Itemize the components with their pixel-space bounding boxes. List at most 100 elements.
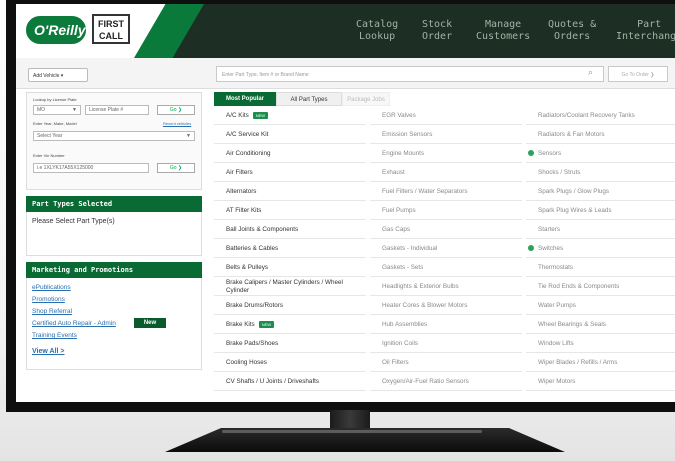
part-type-label: Brake Pads/Shoes xyxy=(226,340,279,347)
part-type-item[interactable]: Oxygen/Air-Fuel Ratio Sensors xyxy=(370,372,522,391)
tab-most-popular[interactable]: Most Popular xyxy=(214,92,276,106)
part-type-item[interactable]: Ignition Coils xyxy=(370,334,522,353)
nav-stock-order[interactable]: Stock Order xyxy=(422,4,452,58)
part-type-item[interactable]: Tie Rod Ends & Components xyxy=(526,277,675,296)
monitor-base-highlight xyxy=(222,430,482,433)
part-type-label: Alternators xyxy=(226,188,257,195)
vehicle-lookup-panel: Lookup by License Plate MO ▼ License Pla… xyxy=(26,92,202,190)
part-type-item[interactable]: Cooling Hoses xyxy=(214,353,366,372)
part-type-item[interactable]: Gaskets - Sets xyxy=(370,258,522,277)
recent-vehicles-link[interactable]: Recent vehicles xyxy=(163,121,191,126)
part-type-item[interactable]: Fuel Pumps xyxy=(370,201,522,220)
part-type-item[interactable]: A/C Kits NEW xyxy=(214,106,366,125)
part-type-item[interactable]: Fuel Filters / Water Separators xyxy=(370,182,522,201)
part-type-item[interactable]: Emission Sensors xyxy=(370,125,522,144)
part-type-item[interactable]: EGR Valves xyxy=(370,106,522,125)
tab-all-part-types[interactable]: All Part Types xyxy=(276,92,342,106)
part-type-label: Belts & Pulleys xyxy=(226,264,268,271)
part-type-item[interactable]: Heater Cores & Blower Motors xyxy=(370,296,522,315)
part-type-item[interactable]: Hub Assemblies xyxy=(370,315,522,334)
nav-part-interchange[interactable]: Part Interchange xyxy=(616,4,675,58)
part-type-label: Headlights & Exterior Bulbs xyxy=(382,283,459,290)
part-type-item[interactable]: Radiators & Fan Motors xyxy=(526,125,675,144)
part-type-item[interactable]: Air Conditioning xyxy=(214,144,366,163)
part-type-item[interactable]: Air Filters xyxy=(214,163,366,182)
add-vehicle-button[interactable]: Add Vehicle ▾ xyxy=(28,68,88,82)
part-type-label: Batteries & Cables xyxy=(226,245,279,252)
part-type-item[interactable]: Gas Caps xyxy=(370,220,522,239)
part-type-item[interactable]: Oil Filters xyxy=(370,353,522,372)
part-type-item[interactable]: Spark Plug Wires & Leads xyxy=(526,201,675,220)
part-type-item[interactable]: Brake Calipers / Master Cylinders / Whee… xyxy=(214,277,366,296)
part-type-item[interactable]: Thermostats xyxy=(526,258,675,277)
part-type-label: Gaskets - Sets xyxy=(382,264,424,271)
year-make-model-label: Enter Year, Make, Model xyxy=(33,121,77,126)
license-plate-input[interactable]: License Plate # xyxy=(85,105,149,115)
view-all-link[interactable]: View All > xyxy=(32,348,65,355)
part-type-item[interactable]: Water Pumps xyxy=(526,296,675,315)
certified-auto-repair-link[interactable]: Certified Auto Repair - Admin xyxy=(32,320,116,327)
part-type-item[interactable]: Radiators/Coolant Recovery Tanks xyxy=(526,106,675,125)
nav-label: Quotes & Orders xyxy=(548,19,597,42)
part-type-label: Spark Plug Wires & Leads xyxy=(538,207,612,214)
vin-go-button[interactable]: Go ❯ xyxy=(157,163,195,173)
part-type-item[interactable]: Batteries & Cables xyxy=(214,239,366,258)
part-type-item[interactable]: Spark Plugs / Glow Plugs xyxy=(526,182,675,201)
part-type-label: Spark Plugs / Glow Plugs xyxy=(538,188,610,195)
part-type-item[interactable]: Starters xyxy=(526,220,675,239)
promotions-link[interactable]: Promotions xyxy=(32,296,65,303)
go-to-order-button[interactable]: Go To Order ❯ xyxy=(608,66,668,82)
firstcall-logo: FIRST CALL xyxy=(92,14,130,44)
part-type-label: Fuel Pumps xyxy=(382,207,416,214)
part-type-item[interactable]: Window Lifts xyxy=(526,334,675,353)
part-type-item[interactable]: Engine Mounts xyxy=(370,144,522,163)
plate-go-button[interactable]: Go ❯ xyxy=(157,105,195,115)
year-select[interactable]: Select Year ▼ xyxy=(33,131,195,141)
new-kit-badge: NEW xyxy=(258,320,275,328)
oreilly-logo[interactable]: O'Reilly xyxy=(26,16,86,44)
part-type-item[interactable]: Brake Pads/Shoes xyxy=(214,334,366,353)
license-plate-label: Lookup by License Plate xyxy=(33,97,77,102)
part-type-item[interactable]: Gaskets - Individual xyxy=(370,239,522,258)
vin-input[interactable]: i.e 1XLYK17A55X125000 xyxy=(33,163,149,173)
nav-manage-customers[interactable]: Manage Customers xyxy=(476,4,530,58)
nav-label: Manage Customers xyxy=(476,19,531,42)
state-select[interactable]: MO ▼ xyxy=(33,105,81,115)
part-type-label: AT Filter Kits xyxy=(226,207,262,214)
part-type-item[interactable]: Wheel Bearings & Seals xyxy=(526,315,675,334)
part-type-item[interactable]: Ball Joints & Components xyxy=(214,220,366,239)
part-type-item[interactable]: Sensors xyxy=(526,144,675,163)
part-type-label: Cooling Hoses xyxy=(226,359,267,366)
part-type-item[interactable]: Wiper Blades / Refills / Arms xyxy=(526,353,675,372)
part-type-label: Fuel Filters / Water Separators xyxy=(382,188,468,195)
part-type-item[interactable]: A/C Service Kit xyxy=(214,125,366,144)
training-events-link[interactable]: Training Events xyxy=(32,332,77,339)
part-type-label: EGR Valves xyxy=(382,112,416,119)
part-type-item[interactable]: Shocks / Struts xyxy=(526,163,675,182)
part-type-label: Water Pumps xyxy=(538,302,576,309)
part-type-item[interactable]: Brake Drums/Rotors xyxy=(214,296,366,315)
tab-package-jobs[interactable]: Package Jobs xyxy=(342,92,390,106)
part-type-item[interactable]: CV Shafts / U Joints / Driveshafts xyxy=(214,372,366,391)
part-type-item[interactable]: Switches xyxy=(526,239,675,258)
part-type-item[interactable]: Belts & Pulleys xyxy=(214,258,366,277)
part-type-label: Switches xyxy=(538,245,564,252)
part-type-label: A/C Service Kit xyxy=(226,131,269,138)
part-type-item[interactable]: Alternators xyxy=(214,182,366,201)
part-search-input[interactable]: Enter Part Type, Item # or Brand Name xyxy=(216,66,604,82)
part-type-item[interactable]: Wiper Motors xyxy=(526,372,675,391)
part-type-item[interactable]: Exhaust xyxy=(370,163,522,182)
part-type-label: Wiper Motors xyxy=(538,378,576,385)
part-type-item[interactable]: Brake Kits NEW xyxy=(214,315,366,334)
search-icon[interactable]: ⌕ xyxy=(588,67,593,78)
selected-indicator-icon xyxy=(528,245,534,252)
part-types-message: Please Select Part Type(s) xyxy=(32,218,115,225)
part-type-item[interactable]: Headlights & Exterior Bulbs xyxy=(370,277,522,296)
nav-quotes-orders[interactable]: Quotes & Orders xyxy=(548,4,596,58)
shop-referral-link[interactable]: Shop Referral xyxy=(32,308,72,315)
nav-catalog-lookup[interactable]: Catalog Lookup xyxy=(356,4,398,58)
part-type-item[interactable]: AT Filter Kits xyxy=(214,201,366,220)
part-type-label: Window Lifts xyxy=(538,340,574,347)
epublications-link[interactable]: ePublications xyxy=(32,284,71,291)
part-type-label: Brake Calipers / Master Cylinders / Whee… xyxy=(226,279,343,294)
